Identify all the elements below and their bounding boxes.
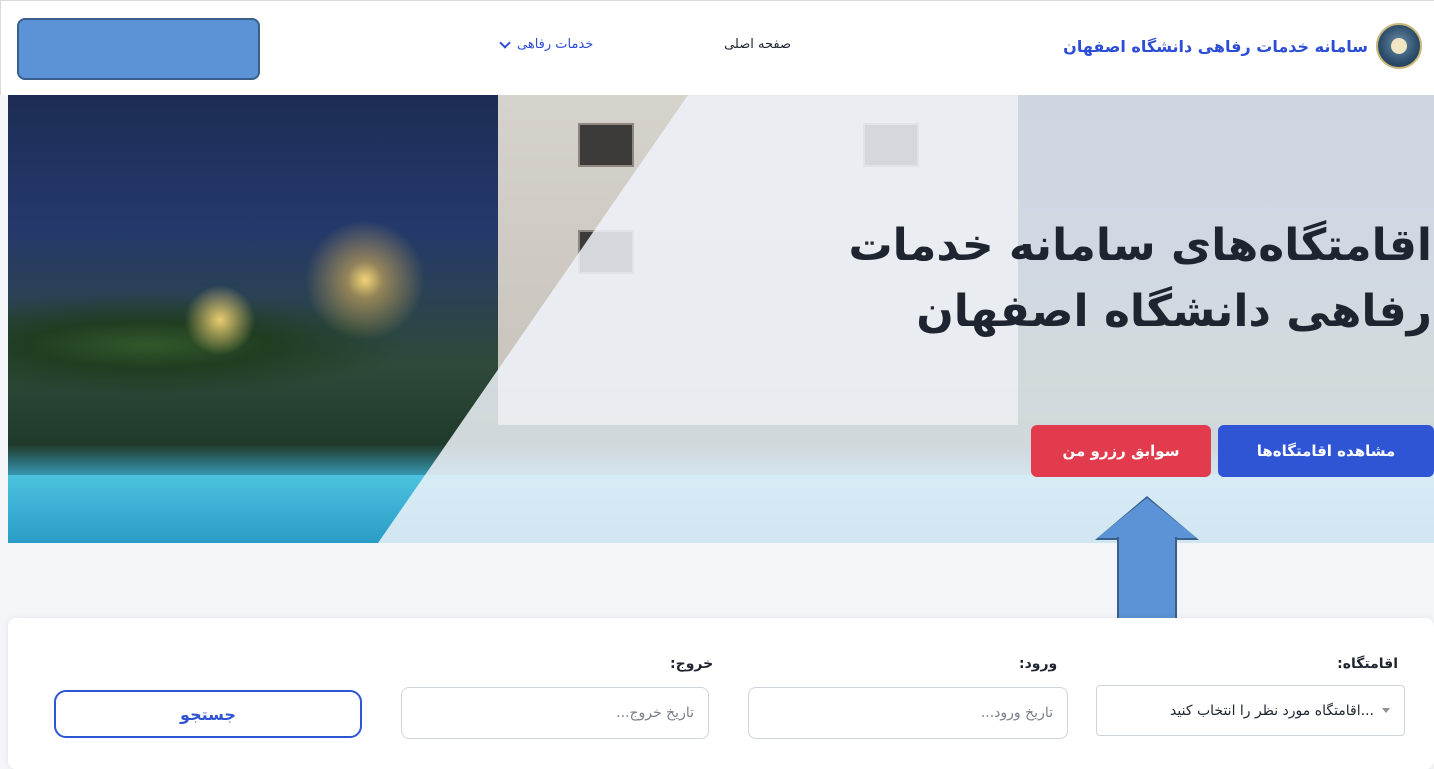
chevron-down-icon xyxy=(499,36,511,49)
checkout-placeholder: تاریخ خروج... xyxy=(616,705,694,721)
caret-down-icon xyxy=(1382,708,1390,713)
checkout-label: خروج: xyxy=(670,656,714,672)
annotation-arrow-shaft xyxy=(1117,537,1177,630)
checkin-date-input[interactable]: تاریخ ورود... xyxy=(748,687,1068,739)
nav-services-dropdown[interactable]: خدمات رفاهی xyxy=(499,36,594,52)
search-button[interactable]: جستجو xyxy=(54,690,362,738)
checkin-placeholder: تاریخ ورود... xyxy=(980,705,1053,721)
checkout-date-input[interactable]: تاریخ خروج... xyxy=(401,687,709,739)
lodging-label: اقامتگاه: xyxy=(1337,656,1398,672)
brand-title: سامانه خدمات رفاهی دانشگاه اصفهان xyxy=(1063,36,1368,56)
lodging-select[interactable]: ...اقامتگاه مورد نظر را انتخاب کنید xyxy=(1096,685,1405,736)
top-navbar: سامانه خدمات رفاهی دانشگاه اصفهان صفحه ا… xyxy=(0,0,1434,95)
hero-title: اقامتگاه‌های سامانه خدمات رفاهی دانشگاه … xyxy=(672,213,1432,345)
building-window xyxy=(578,123,634,167)
brand[interactable]: سامانه خدمات رفاهی دانشگاه اصفهان xyxy=(1063,15,1422,77)
lodging-select-value: ...اقامتگاه مورد نظر را انتخاب کنید xyxy=(1170,702,1374,719)
view-lodgings-button[interactable]: مشاهده اقامتگاه‌ها xyxy=(1218,425,1434,477)
hero-banner: اقامتگاه‌های سامانه خدمات رفاهی دانشگاه … xyxy=(8,95,1434,543)
nav-services-label: خدمات رفاهی xyxy=(517,37,594,52)
checkin-label: ورود: xyxy=(1019,656,1058,672)
redacted-user-area xyxy=(17,18,260,80)
university-logo-icon xyxy=(1376,23,1422,69)
reservation-history-button[interactable]: سوابق رزرو من xyxy=(1031,425,1211,477)
main-nav: صفحه اصلی خدمات رفاهی xyxy=(499,36,791,52)
nav-home-link[interactable]: صفحه اصلی xyxy=(724,37,791,52)
search-card: اقامتگاه: ...اقامتگاه مورد نظر را انتخاب… xyxy=(8,618,1434,769)
hero-title-line-1: اقامتگاه‌های سامانه خدمات xyxy=(848,220,1432,271)
hero-title-line-2: رفاهی دانشگاه اصفهان xyxy=(916,286,1432,337)
